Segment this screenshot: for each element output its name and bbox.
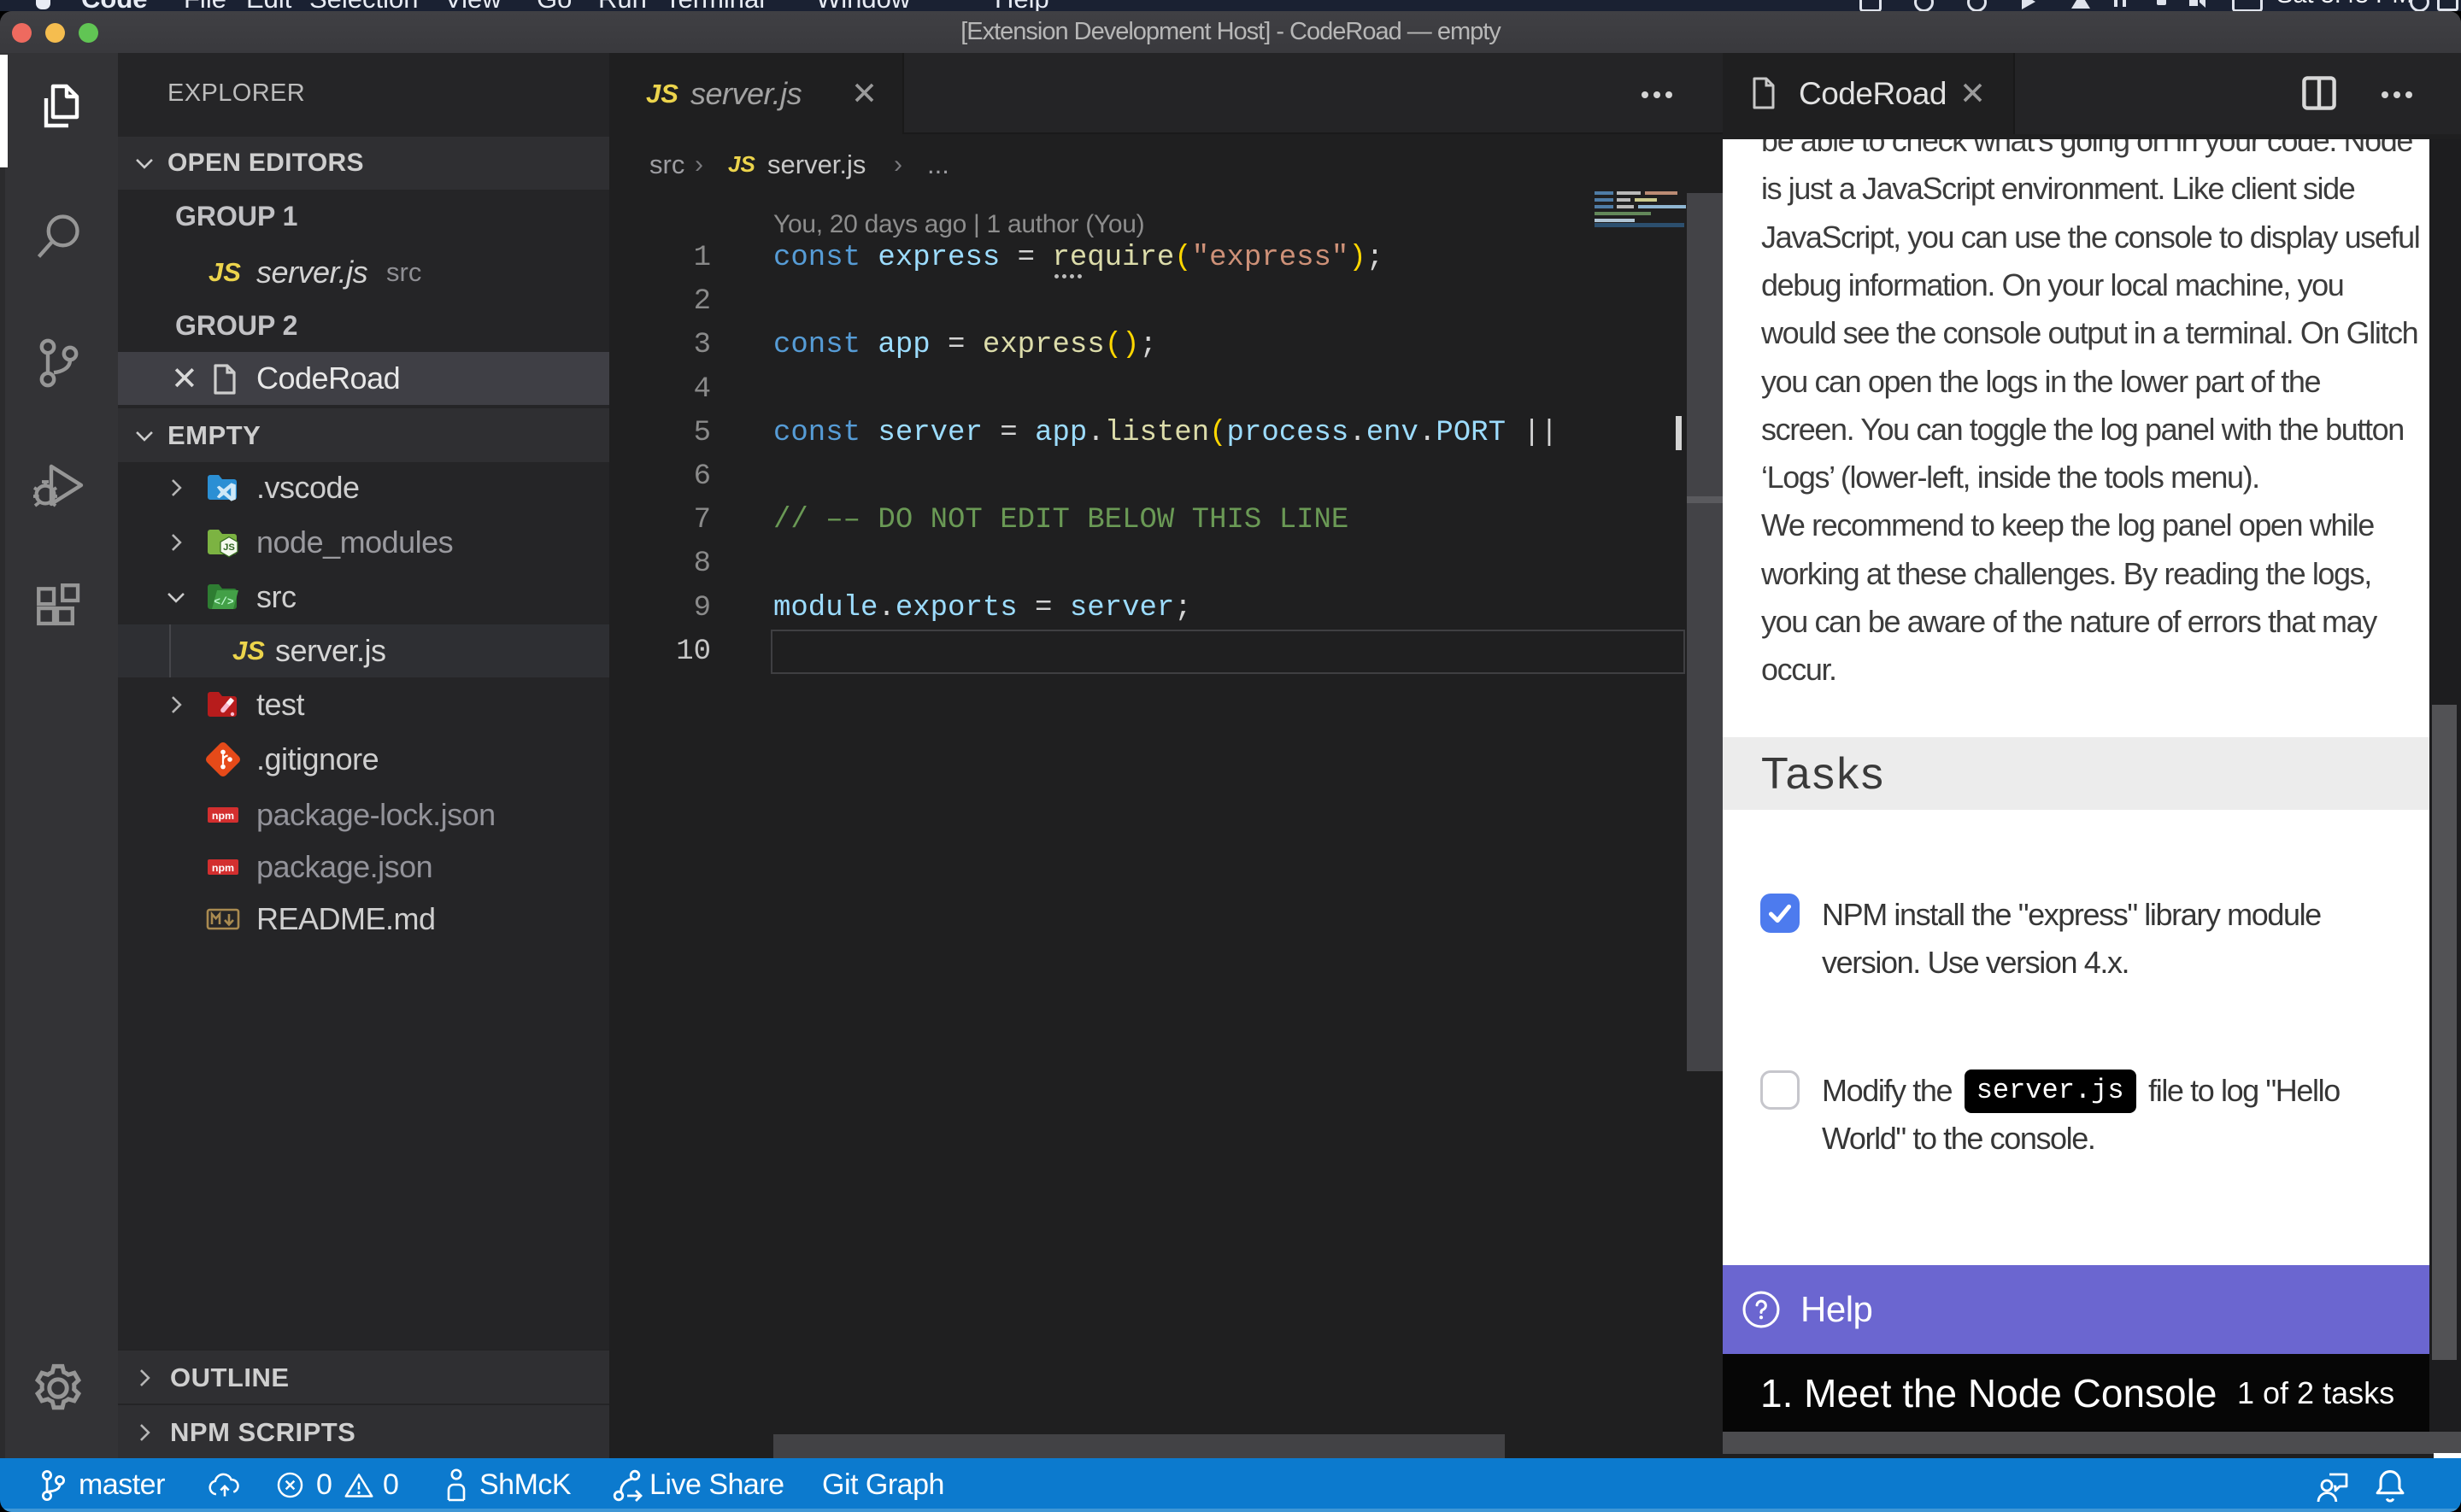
svg-text:</>: </> — [214, 595, 234, 608]
svg-text:npm: npm — [212, 862, 234, 874]
svg-text:JS: JS — [223, 542, 235, 553]
svg-text:npm: npm — [212, 810, 234, 822]
